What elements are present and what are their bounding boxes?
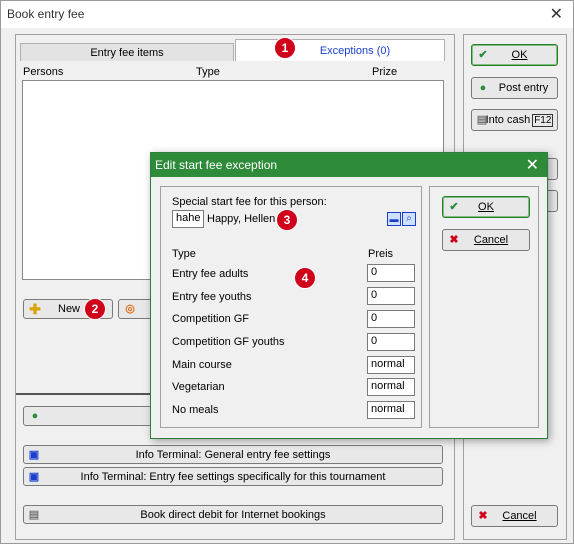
coins-icon: ● [479,82,487,94]
post-entry-button[interactable]: ● Post entry [471,77,558,99]
dialog-title: Edit start fee exception [155,158,278,172]
price-field[interactable]: 0 [367,333,415,351]
cancel-button[interactable]: ✖ Cancel [471,505,558,527]
dialog-button-panel [429,186,539,428]
direct-debit-button[interactable]: ▤ Book direct debit for Internet booking… [23,505,443,524]
row-label: No meals [172,404,219,416]
row-label: Competition GF [172,313,250,325]
tab-exceptions[interactable]: Exceptions (0) [235,39,445,61]
title-bar: Book entry fee ✕ [1,1,573,28]
annotation-badge-4: 4 [294,267,316,289]
book-button[interactable]: ● [23,406,153,426]
lifebuoy-icon: ◎ [125,303,135,315]
person-name: Happy, Hellen [207,213,276,225]
info-terminal-general-button[interactable]: ▣ Info Terminal: General entry fee setti… [23,445,443,464]
row-label: Entry fee adults [172,268,249,280]
price-field[interactable]: 0 [367,287,415,305]
person-code-field[interactable]: hahe [172,210,204,228]
button-label: Info Terminal: General entry fee setting… [135,448,331,461]
info-terminal-tournament-button[interactable]: ▣ Info Terminal: Entry fee settings spec… [23,467,443,486]
col-header-type: Type [196,66,220,78]
annotation-badge-3: 3 [276,209,298,231]
row-label: Entry fee youths [172,291,252,303]
person-label: Special start fee for this person: [172,196,327,208]
dialog-cancel-button[interactable]: ✖ Cancel [442,229,530,251]
price-field[interactable]: normal [367,401,415,419]
price-field[interactable]: normal [367,378,415,396]
edit-start-fee-exception-dialog: Edit start fee exception ✕ Special start… [150,152,548,439]
printer-icon: ▤ [28,509,40,521]
cancel-label: Cancel [502,510,537,522]
tab-label: Exceptions (0) [319,44,391,57]
into-cash-button[interactable]: ▤ Into cash F12 [471,109,558,131]
price-field[interactable]: normal [367,356,415,374]
col-header-prize: Prize [372,66,398,78]
button-label: Info Terminal: Entry fee settings specif… [80,470,386,483]
dialog-title-bar: Edit start fee exception ✕ [151,153,547,177]
annotation-badge-2: 2 [84,298,106,320]
close-icon[interactable]: ✕ [550,4,563,24]
dialog-close-icon[interactable]: ✕ [526,155,539,175]
into-cash-label: Into cash [485,114,531,126]
info-terminal-icon: ▣ [28,449,40,461]
button-label: Book direct debit for Internet bookings [140,508,326,521]
tab-entry-fee-items[interactable]: Entry fee items [20,43,234,61]
price-field[interactable]: 0 [367,310,415,328]
post-entry-label: Post entry [498,82,549,94]
col-header-persons: Persons [23,66,64,78]
checkmark-icon: ✔ [449,201,459,213]
annotation-badge-1: 1 [274,37,296,59]
cash-register-icon: ▤ [476,114,488,126]
dialog-ok-button[interactable]: ✔ OK [442,196,530,218]
search-icon[interactable]: ⌕ [402,212,416,226]
row-label: Competition GF youths [172,336,285,348]
col-header-price: Preis [368,248,394,260]
price-field[interactable]: 0 [367,264,415,282]
dialog-ok-label: OK [478,201,494,213]
person-lookup-icon[interactable]: ▬ [387,212,401,226]
tab-label: Entry fee items [90,46,164,59]
window-title: Book entry fee [7,7,85,21]
col-header-type: Type [172,248,196,260]
new-button-label: New [58,303,81,315]
plus-icon: ✚ [29,301,41,317]
x-icon: ✖ [449,234,459,246]
coins-icon: ● [31,410,39,422]
row-label: Vegetarian [172,381,225,393]
ok-label: OK [511,49,528,61]
info-terminal-icon: ▣ [28,471,40,483]
dialog-cancel-label: Cancel [473,234,509,246]
checkmark-icon: ✔ [478,49,488,61]
row-label: Main course [172,359,232,371]
ok-button[interactable]: ✔ OK [471,44,558,66]
x-icon: ✖ [478,510,488,522]
shortcut-key: F12 [532,113,554,127]
